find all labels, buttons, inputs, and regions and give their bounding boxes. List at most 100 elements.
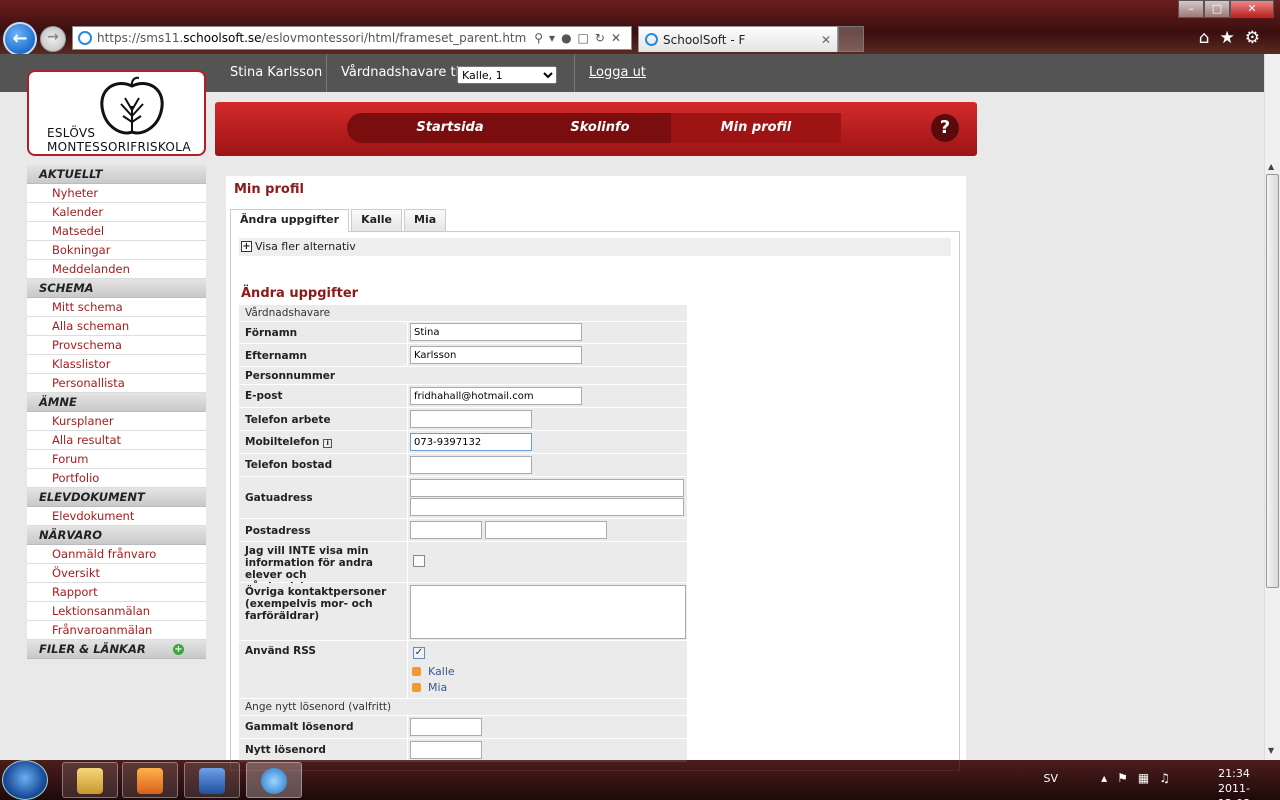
tab-kalle[interactable]: Kalle	[351, 209, 403, 231]
rss-checkbox-checked[interactable]: ✓	[413, 647, 425, 659]
close-tab-icon[interactable]: ✕	[821, 27, 831, 53]
logout-link[interactable]: Logga ut	[589, 65, 646, 80]
folder-icon	[77, 768, 103, 794]
expand-plus-icon[interactable]: +	[241, 241, 252, 252]
scroll-up-icon[interactable]: ▲	[1268, 162, 1274, 171]
new-password-input[interactable]	[410, 741, 482, 759]
row-first-name: Förnamn	[239, 322, 687, 344]
sidebar-item-rapport[interactable]: Rapport	[27, 583, 206, 602]
field-cell	[407, 431, 687, 453]
street-input-2[interactable]	[410, 498, 684, 516]
nav-skolinfo[interactable]: Skolinfo	[535, 113, 665, 143]
info-icon[interactable]: i	[323, 439, 333, 448]
add-plus-icon[interactable]: +	[173, 644, 184, 655]
rss-feed-kalle[interactable]: Kalle	[428, 665, 455, 678]
maximize-button[interactable]: □	[1204, 0, 1230, 18]
favorites-star-icon[interactable]: ★	[1220, 28, 1245, 48]
window-controls: – □ ✕	[1178, 0, 1274, 18]
sidebar-item-forum[interactable]: Forum	[27, 450, 206, 469]
sidebar-item-kursplaner[interactable]: Kursplaner	[27, 412, 206, 431]
start-button[interactable]	[2, 760, 48, 800]
clock[interactable]: 21:34 2011-12-08	[1218, 766, 1250, 800]
flag-icon[interactable]: ⚑	[1117, 771, 1138, 785]
email-input[interactable]	[410, 387, 582, 405]
address-bar[interactable]: https://sms11.schoolsoft.se/eslovmontess…	[72, 26, 632, 50]
sidebar-item-nyheter[interactable]: Nyheter	[27, 184, 206, 203]
sidebar-header-aktuellt[interactable]: AKTUELLT	[27, 165, 206, 184]
old-password-input[interactable]	[410, 718, 482, 736]
sidebar-item-provschema[interactable]: Provschema	[27, 336, 206, 355]
close-window-button[interactable]: ✕	[1230, 0, 1274, 18]
tray-icons: ▴⚑▦♫	[1101, 771, 1180, 785]
show-hidden-icons-icon[interactable]: ▴	[1101, 771, 1117, 785]
taskbar-media-player[interactable]	[122, 762, 178, 798]
sidebar-header-elevdokument[interactable]: ELEVDOKUMENT	[27, 488, 206, 507]
vertical-scrollbar[interactable]: ▲ ▼	[1264, 54, 1280, 760]
other-contacts-textarea[interactable]	[410, 585, 686, 639]
back-button[interactable]: ←	[3, 22, 37, 56]
sidebar-item-franvaroanmalan[interactable]: Frånvaroanmälan	[27, 621, 206, 640]
hide-info-checkbox[interactable]	[413, 555, 425, 567]
street-input-1[interactable]	[410, 479, 684, 497]
sidebar-item-personallista[interactable]: Personallista	[27, 374, 206, 393]
school-logo[interactable]: ESLÖVS MONTESSORIFRISKOLA	[27, 70, 206, 156]
network-icon[interactable]: ▦	[1138, 771, 1159, 785]
sidebar-header-schema[interactable]: SCHEMA	[27, 279, 206, 298]
forward-button[interactable]: →	[40, 26, 66, 52]
sidebar-item-alla-resultat[interactable]: Alla resultat	[27, 431, 206, 450]
ie-icon	[78, 31, 92, 45]
ie-icon	[261, 768, 287, 794]
postal-city-input[interactable]	[485, 521, 607, 539]
help-icon[interactable]: ?	[931, 114, 959, 142]
sidebar-item-mitt-schema[interactable]: Mitt schema	[27, 298, 206, 317]
new-tab-button[interactable]	[838, 26, 864, 52]
sidebar-item-elevdokument[interactable]: Elevdokument	[27, 507, 206, 526]
sidebar-header-narvaro[interactable]: NÄRVARO	[27, 526, 206, 545]
sidebar-header-amne[interactable]: ÄMNE	[27, 393, 206, 412]
row-ssn: Personnummer	[239, 367, 687, 385]
form-title: Ändra uppgifter	[241, 286, 359, 301]
address-tools-icons[interactable]: ⚲▾●□↻✕	[534, 27, 627, 49]
school-name: ESLÖVS MONTESSORIFRISKOLA	[47, 126, 191, 154]
settings-gear-icon[interactable]: ⚙	[1245, 28, 1270, 48]
home-phone-input[interactable]	[410, 456, 532, 474]
sidebar-item-kalender[interactable]: Kalender	[27, 203, 206, 222]
sidebar-item-alla-scheman[interactable]: Alla scheman	[27, 317, 206, 336]
rss-feed-mia[interactable]: Mia	[428, 681, 447, 694]
scroll-down-icon[interactable]: ▼	[1268, 746, 1274, 755]
home-icon[interactable]: ⌂	[1199, 28, 1220, 48]
guardian-child-select[interactable]: Kalle, 1	[457, 66, 557, 84]
browser-tab[interactable]: SchoolSoft - F ✕	[638, 26, 838, 52]
sidebar-item-oanmald-franvaro[interactable]: Oanmäld frånvaro	[27, 545, 206, 564]
tab-andra-uppgifter[interactable]: Ändra uppgifter	[230, 209, 350, 232]
mobile-input[interactable]	[410, 433, 532, 451]
page-title: Min profil	[234, 182, 304, 197]
sidebar-menu: AKTUELLT Nyheter Kalender Matsedel Bokni…	[27, 165, 206, 659]
scroll-thumb[interactable]	[1266, 174, 1279, 588]
main-navigation: Startsida Skolinfo Min profil ?	[215, 102, 977, 156]
postal-code-input[interactable]	[410, 521, 482, 539]
last-name-input[interactable]	[410, 346, 582, 364]
school-name-line2: MONTESSORIFRISKOLA	[47, 140, 191, 154]
sidebar-item-matsedel[interactable]: Matsedel	[27, 222, 206, 241]
taskbar-explorer[interactable]	[62, 762, 118, 798]
sidebar-item-oversikt[interactable]: Översikt	[27, 564, 206, 583]
sidebar-header-filer-lankar[interactable]: FILER & LÄNKAR +	[27, 640, 206, 659]
taskbar-internet-explorer[interactable]	[246, 762, 302, 798]
minimize-button[interactable]: –	[1178, 0, 1204, 18]
sidebar-item-lektionsanmalan[interactable]: Lektionsanmälan	[27, 602, 206, 621]
tab-mia[interactable]: Mia	[404, 209, 447, 231]
row-last-name: Efternamn	[239, 344, 687, 367]
first-name-input[interactable]	[410, 323, 582, 341]
nav-startsida[interactable]: Startsida	[385, 113, 515, 143]
volume-icon[interactable]: ♫	[1159, 771, 1180, 785]
sidebar-item-portfolio[interactable]: Portfolio	[27, 469, 206, 488]
taskbar-word[interactable]	[184, 762, 240, 798]
work-phone-input[interactable]	[410, 410, 532, 428]
language-indicator[interactable]: SV	[1043, 772, 1058, 785]
sidebar-item-bokningar[interactable]: Bokningar	[27, 241, 206, 260]
sidebar-item-klasslistor[interactable]: Klasslistor	[27, 355, 206, 374]
more-options-toggle[interactable]: + Visa fler alternativ	[239, 238, 951, 256]
sidebar-item-meddelanden[interactable]: Meddelanden	[27, 260, 206, 279]
nav-min-profil[interactable]: Min profil	[671, 113, 841, 143]
